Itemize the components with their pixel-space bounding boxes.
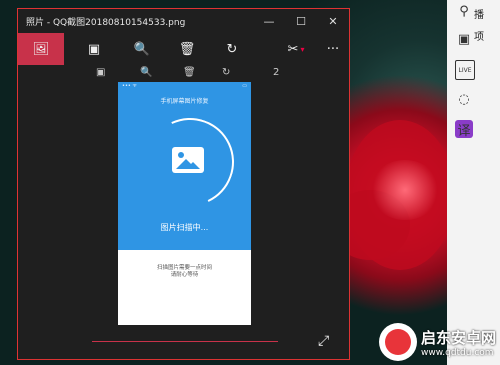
more-icon: ···: [326, 41, 340, 57]
toolbar: 🖼 ▣ 🔍 🗑 ↻ ✂ ▾ ···: [18, 33, 349, 65]
titlebar: 照片 - QQ截图20180810154533.png — ☐ ✕: [18, 9, 349, 33]
preview-nav-title: 手机屏幕图片修复: [160, 98, 209, 105]
desc-line: 扫描图片需要一点时间: [156, 265, 212, 271]
rose-highlight: [370, 160, 440, 220]
phone-screenshot-preview: ••• ᯤ ▭ 手机屏幕图片修复 图片扫描中... 扫描图片需要一点时间 请耐心…: [118, 82, 251, 325]
slideshow-icon: ▣: [87, 41, 101, 57]
live-icon[interactable]: LIVE: [455, 60, 475, 80]
side-text: 项: [474, 32, 484, 43]
signal-icon: ••• ᯤ: [122, 83, 138, 89]
chat-icon[interactable]: ◌: [455, 90, 473, 108]
side-panel: ⚲ ▣ LIVE ◌ 译: [447, 0, 500, 365]
image-icon: 🖼: [32, 41, 50, 57]
zoom-icon: 🔍: [133, 41, 151, 57]
rotate-button[interactable]: ↻: [218, 33, 246, 65]
slideshow-icon: ▣: [96, 67, 106, 78]
desc-line: 请耐心等待: [170, 272, 199, 278]
scanning-description: 扫描图片需要一点时间 请耐心等待: [118, 265, 251, 279]
preview-header: ••• ᯤ ▭ 手机屏幕图片修复 图片扫描中...: [118, 82, 251, 250]
ebook-icon[interactable]: ▣: [455, 30, 473, 48]
trash-icon: 🗑: [178, 41, 196, 57]
image-icon: [172, 147, 204, 173]
phone-status-bar: ••• ᯤ ▭: [118, 82, 251, 94]
maximize-button[interactable]: ☐: [285, 15, 317, 28]
watermark-url: www.qdtdu.com: [420, 347, 494, 358]
edit-icon: ✂: [287, 41, 299, 57]
side-text: 播: [474, 10, 484, 21]
trash-icon: 🗑: [183, 67, 196, 78]
edit-button[interactable]: ✂ ▾: [278, 33, 314, 65]
more-button[interactable]: ···: [321, 33, 345, 65]
slideshow-button[interactable]: ▣: [80, 33, 108, 65]
zoom-button[interactable]: 🔍: [128, 33, 156, 65]
view-photo-button[interactable]: 🖼: [18, 33, 64, 65]
chevron-down-icon: ▾: [300, 44, 305, 54]
minimize-button[interactable]: —: [253, 15, 285, 28]
search-icon[interactable]: ⚲: [455, 2, 473, 20]
battery-icon: ▭: [242, 83, 247, 89]
window-title: 照片 - QQ截图20180810154533.png: [26, 17, 186, 28]
zoom-icon: 🔍: [140, 67, 153, 78]
watermark-title: 启东安卓网: [420, 328, 496, 347]
rotate-icon: ↻: [226, 41, 238, 57]
close-button[interactable]: ✕: [317, 15, 349, 28]
scanning-text: 图片扫描中...: [160, 223, 209, 232]
watermark-logo-icon: [378, 323, 417, 361]
accent-line: [92, 341, 278, 342]
translate-icon[interactable]: 译: [455, 120, 473, 139]
delete-button[interactable]: 🗑: [173, 33, 201, 65]
rotate-icon: ↻: [222, 67, 231, 78]
photos-window: 照片 - QQ截图20180810154533.png — ☐ ✕ 🖼 ▣ 🔍 …: [17, 8, 350, 360]
edit-icon: 2: [273, 67, 280, 78]
watermark: 启东安卓网 www.qdtdu.com: [378, 323, 496, 361]
expand-icon[interactable]: ⤢: [318, 333, 329, 349]
